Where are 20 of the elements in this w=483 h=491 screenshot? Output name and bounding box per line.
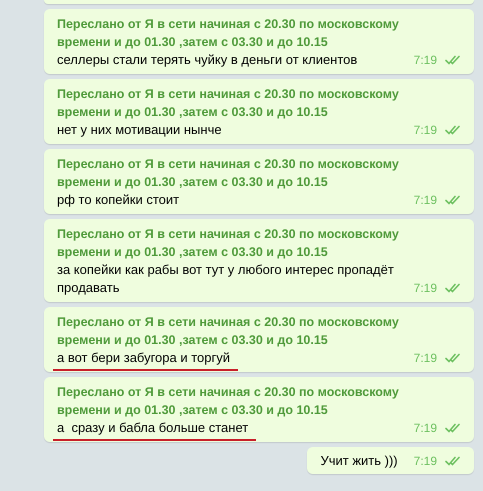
message-time: 7:19	[414, 350, 437, 367]
message-time: 7:19	[414, 420, 437, 437]
message-time: 7:19	[414, 122, 437, 139]
forwarded-from-header: Переслано от Я в сети начиная с 20.30 по московскому времени и до 01.30 ,затем с 03.30 и до 10.15	[57, 314, 400, 349]
message-text: а сразу и бабла больше станет	[53, 419, 256, 441]
message-text: Учит жить )))	[320, 452, 398, 470]
message-text: рф то копейки стоит	[57, 191, 180, 209]
message-text: а вот бери забугора и торгуй	[53, 349, 238, 371]
message-time: 7:19	[414, 52, 437, 69]
message-time: 7:19	[414, 280, 437, 297]
message-text: за копейки как рабы вот тут у любого интерес пропадёт продавать	[57, 261, 395, 297]
message-time: 7:19	[414, 192, 437, 209]
forwarded-from-header: Переслано от Я в сети начиная с 20.30 по московскому времени и до 01.30 ,затем с 03.30 и до 10.15	[57, 16, 400, 51]
forwarded-from-header: Переслано от Я в сети начиная с 20.30 по московскому времени и до 01.30 ,затем с 03.30 и до 10.15	[57, 86, 400, 121]
message-text: селлеры стали терять чуйку в деньги от клиентов	[57, 51, 358, 69]
message-time: 7:19	[414, 453, 437, 470]
forwarded-from-header: Переслано от Я в сети начиная с 20.30 по московскому времени и до 01.30 ,затем с 03.30 и до 10.15	[57, 156, 400, 191]
forwarded-from-header: Переслано от Я в сети начиная с 20.30 по московскому времени и до 01.30 ,затем с 03.30 и до 10.15	[57, 226, 400, 261]
forwarded-from-header: Переслано от Я в сети начиная с 20.30 по московскому времени и до 01.30 ,затем с 03.30 и до 10.15	[57, 384, 400, 419]
message-text: нет у них мотивации нынче	[57, 121, 222, 139]
